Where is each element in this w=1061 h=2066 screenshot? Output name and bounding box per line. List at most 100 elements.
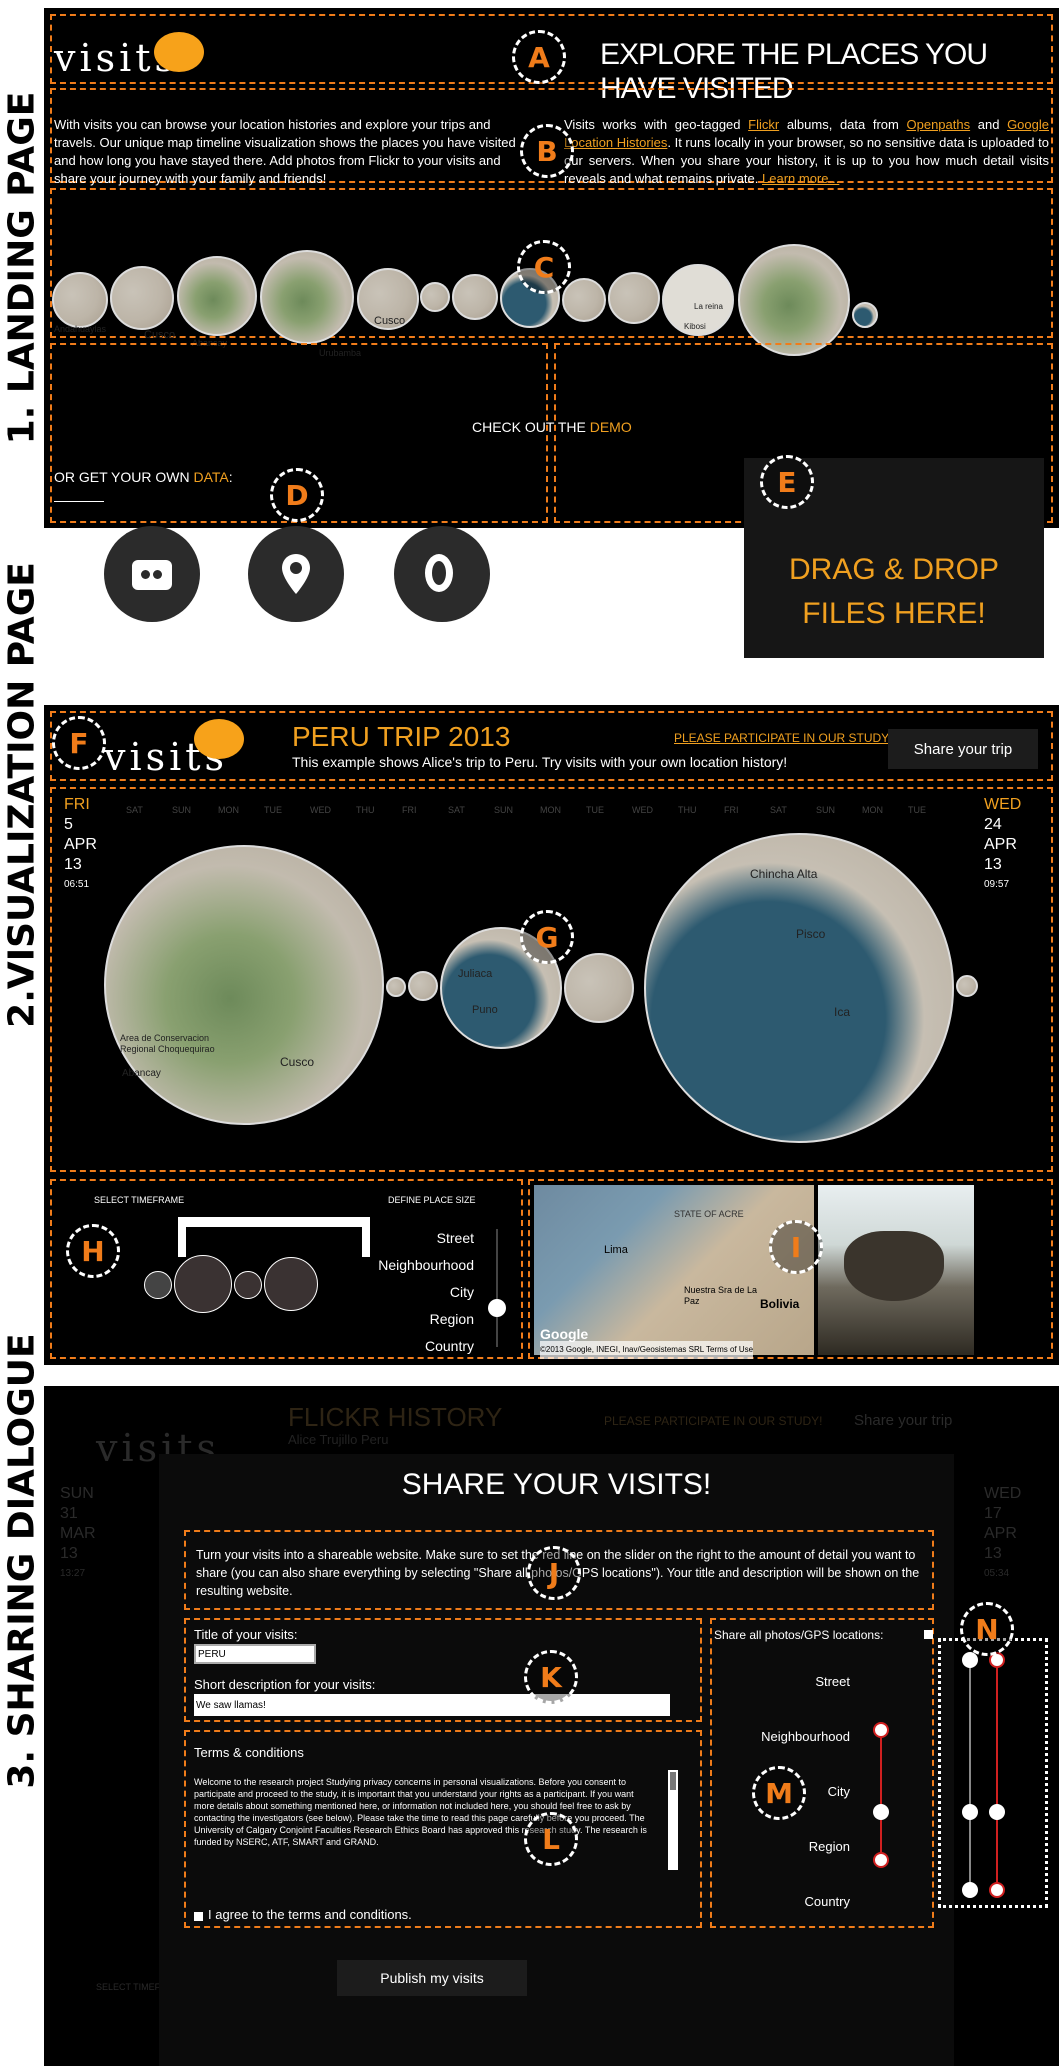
day-label: TUE bbox=[586, 805, 604, 815]
demo-label-lareina: La reina bbox=[694, 302, 723, 311]
mini-map-lima: Lima bbox=[604, 1244, 628, 1256]
marker-n: N bbox=[960, 1602, 1014, 1656]
section-label-landing: 1. LANDING PAGE bbox=[1, 91, 43, 445]
title-label: Title of your visits: bbox=[194, 1627, 298, 1642]
marker-d: D bbox=[270, 468, 324, 522]
marker-j: J bbox=[527, 1546, 581, 1600]
bg-participate: PLEASE PARTICIPATE IN OUR STUDY! bbox=[604, 1414, 823, 1428]
detail-level-label: Neighbourhood bbox=[761, 1729, 850, 1744]
demo-map-2[interactable] bbox=[110, 266, 174, 330]
demo-map-10[interactable] bbox=[608, 272, 660, 324]
mini-map-lapaz: Nuestra Sra de La Paz bbox=[684, 1285, 758, 1306]
intro-right-text: Visits works with geo-tagged Flickr albu… bbox=[564, 116, 1049, 188]
demo-map-9[interactable] bbox=[562, 278, 606, 322]
end-day: 24 bbox=[984, 816, 1002, 833]
get-own-colon: : bbox=[228, 469, 233, 485]
map-label-juliaca: Juliaca bbox=[458, 968, 493, 980]
day-label: WED bbox=[310, 805, 331, 815]
timeframe-bubble-1 bbox=[144, 1271, 172, 1299]
title-input[interactable] bbox=[194, 1644, 316, 1664]
place-size-handle[interactable] bbox=[488, 1299, 506, 1317]
terms-scrollbar-thumb[interactable] bbox=[670, 1772, 676, 1790]
marker-k: K bbox=[524, 1650, 578, 1704]
place-size-option[interactable]: Street bbox=[364, 1225, 514, 1252]
detail-red-line[interactable] bbox=[880, 1728, 882, 1858]
end-time: 09:57 bbox=[984, 879, 1010, 890]
demo-map-3[interactable] bbox=[177, 256, 257, 336]
end-dow: WED bbox=[984, 796, 1022, 813]
viz-title: PERU TRIP 2013 bbox=[292, 721, 511, 752]
marker-a: A bbox=[512, 30, 566, 84]
visualization-page: visits PERU TRIP 2013 This example shows… bbox=[44, 705, 1059, 1365]
end-year: 13 bbox=[984, 856, 1002, 873]
place-size-track[interactable] bbox=[496, 1229, 498, 1347]
start-dow: FRI bbox=[64, 796, 90, 813]
detail-level-label: Country bbox=[804, 1894, 850, 1909]
demo-label-kibosi: Kibosi bbox=[684, 322, 706, 331]
demo-label-cusco: Cusco bbox=[144, 329, 176, 341]
learn-more-link[interactable]: Learn more... bbox=[762, 171, 839, 186]
demo-map-13[interactable] bbox=[852, 302, 878, 328]
day-label: SAT bbox=[770, 805, 787, 815]
detail-slider-a-line[interactable] bbox=[969, 1658, 971, 1888]
detail-slider-a-mid[interactable] bbox=[962, 1804, 978, 1820]
demo-map-12[interactable] bbox=[738, 244, 850, 356]
marker-e: E bbox=[760, 455, 814, 509]
detail-level-region[interactable] bbox=[873, 1804, 889, 1820]
publish-button[interactable]: Publish my visits bbox=[337, 1960, 527, 1996]
participate-link[interactable]: PLEASE PARTICIPATE IN OUR STUDY! bbox=[674, 729, 893, 747]
intro-right-part-1: Visits works with geo-tagged bbox=[564, 117, 741, 132]
detail-red-top[interactable] bbox=[873, 1722, 889, 1738]
detail-slider-b-bottom[interactable] bbox=[989, 1882, 1005, 1898]
demo-map-6[interactable] bbox=[420, 282, 450, 312]
viz-map-small-2[interactable] bbox=[408, 971, 438, 1001]
timeframe-slider[interactable] bbox=[184, 1217, 364, 1227]
flickr-link[interactable]: Flickr bbox=[748, 117, 779, 132]
detail-level-label: Street bbox=[815, 1674, 850, 1689]
viz-map-cusco[interactable] bbox=[104, 845, 384, 1125]
share-all-label: Share all photos/GPS locations: bbox=[714, 1628, 884, 1642]
viz-map-small-4[interactable] bbox=[956, 975, 978, 997]
place-size-option[interactable]: Country bbox=[364, 1333, 514, 1360]
share-trip-button[interactable]: Share your trip bbox=[888, 729, 1038, 769]
description-label: Short description for your visits: bbox=[194, 1677, 376, 1692]
start-day: 5 bbox=[64, 816, 73, 833]
detail-slider-a-top[interactable] bbox=[962, 1652, 978, 1668]
viz-map-small-3[interactable] bbox=[564, 953, 634, 1023]
bg-start-time: 13:27 bbox=[60, 1568, 86, 1579]
day-label: THU bbox=[678, 805, 697, 815]
flickr-caption: FLICKR COLLECTIONS bbox=[97, 640, 211, 675]
bg-start-day: 31 bbox=[60, 1505, 78, 1522]
openpaths-link[interactable]: Openpaths bbox=[907, 117, 971, 132]
detail-sliders bbox=[938, 1638, 1048, 1908]
detail-slider-b-mid[interactable] bbox=[989, 1804, 1005, 1820]
description-input[interactable] bbox=[194, 1694, 670, 1716]
llama-head bbox=[844, 1231, 944, 1301]
map-copyright: ©2013 Google, INEGI, Inav/Geosistemas SR… bbox=[540, 1341, 754, 1359]
day-label: MON bbox=[218, 805, 239, 815]
detail-slider-b-line[interactable] bbox=[996, 1658, 998, 1888]
start-year: 13 bbox=[64, 856, 82, 873]
share-all-checkbox[interactable] bbox=[924, 1630, 933, 1639]
drop-text: DRAG & DROP FILES HERE! bbox=[788, 553, 1000, 630]
demo-label-andahuaylas: Andahuaylas bbox=[54, 324, 107, 334]
bg-sub: Alice Trujillo Peru bbox=[288, 1432, 389, 1447]
intro-left-text: With visits you can browse your location… bbox=[54, 117, 516, 186]
demo-map-4[interactable] bbox=[260, 250, 354, 344]
demo-map-7[interactable] bbox=[452, 274, 498, 320]
map-label-cusco: Cusco bbox=[280, 1055, 315, 1069]
bg-start-dow: SUN bbox=[60, 1485, 94, 1502]
day-label: SAT bbox=[448, 805, 465, 815]
define-size-label: DEFINE PLACE SIZE bbox=[388, 1195, 476, 1205]
timeframe-bubble-4 bbox=[264, 1257, 318, 1311]
flickr-icon bbox=[132, 560, 172, 590]
detail-slider-a-bottom[interactable] bbox=[962, 1882, 978, 1898]
marker-c: C bbox=[517, 240, 571, 294]
agree-checkbox[interactable] bbox=[194, 1912, 203, 1921]
timeframe-handle-left[interactable] bbox=[178, 1217, 186, 1257]
day-label: WED bbox=[632, 805, 653, 815]
place-size-option[interactable]: Neighbourhood bbox=[364, 1252, 514, 1279]
viz-map-small-1[interactable] bbox=[386, 977, 406, 997]
detail-red-bottom[interactable] bbox=[873, 1852, 889, 1868]
flickr-icon-dot-left bbox=[141, 570, 150, 579]
